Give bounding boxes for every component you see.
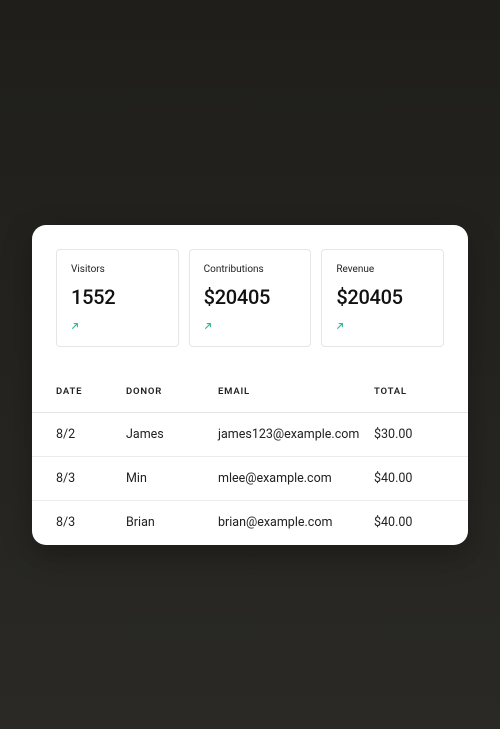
stat-label: Visitors [71,264,164,275]
stat-revenue: Revenue $20405 [321,249,444,347]
stat-visitors: Visitors 1552 [56,249,179,347]
stat-value: $20405 [336,285,429,309]
cell-date: 8/2 [56,427,126,442]
table-row: 8/3 Min mlee@example.com $40.00 [32,457,468,501]
col-header-total: TOTAL [374,386,444,397]
stat-label: Contributions [204,264,297,275]
stat-contributions: Contributions $20405 [189,249,312,347]
trend-up-icon [204,322,212,330]
cell-donor: Min [126,471,218,486]
trend-up-icon [71,322,79,330]
col-header-date: DATE [56,386,126,397]
stats-row: Visitors 1552 Contributions $20405 Reven… [32,249,468,371]
col-header-email: EMAIL [218,386,374,397]
trend-up-icon [336,322,344,330]
table-row: 8/2 James james123@example.com $30.00 [32,413,468,457]
stat-value: 1552 [71,285,164,309]
col-header-donor: DONOR [126,386,218,397]
cell-donor: James [126,427,218,442]
table-header-row: DATE DONOR EMAIL TOTAL [32,371,468,413]
cell-email: mlee@example.com [218,471,374,486]
cell-email: james123@example.com [218,427,374,442]
donations-table: DATE DONOR EMAIL TOTAL 8/2 James james12… [32,371,468,545]
cell-total: $40.00 [374,471,444,486]
cell-total: $30.00 [374,427,444,442]
cell-date: 8/3 [56,471,126,486]
cell-date: 8/3 [56,515,126,530]
cell-donor: Brian [126,515,218,530]
stat-label: Revenue [336,264,429,275]
cell-email: brian@example.com [218,515,374,530]
table-row: 8/3 Brian brian@example.com $40.00 [32,501,468,545]
dashboard-card: Visitors 1552 Contributions $20405 Reven… [32,225,468,545]
cell-total: $40.00 [374,515,444,530]
stat-value: $20405 [204,285,297,309]
